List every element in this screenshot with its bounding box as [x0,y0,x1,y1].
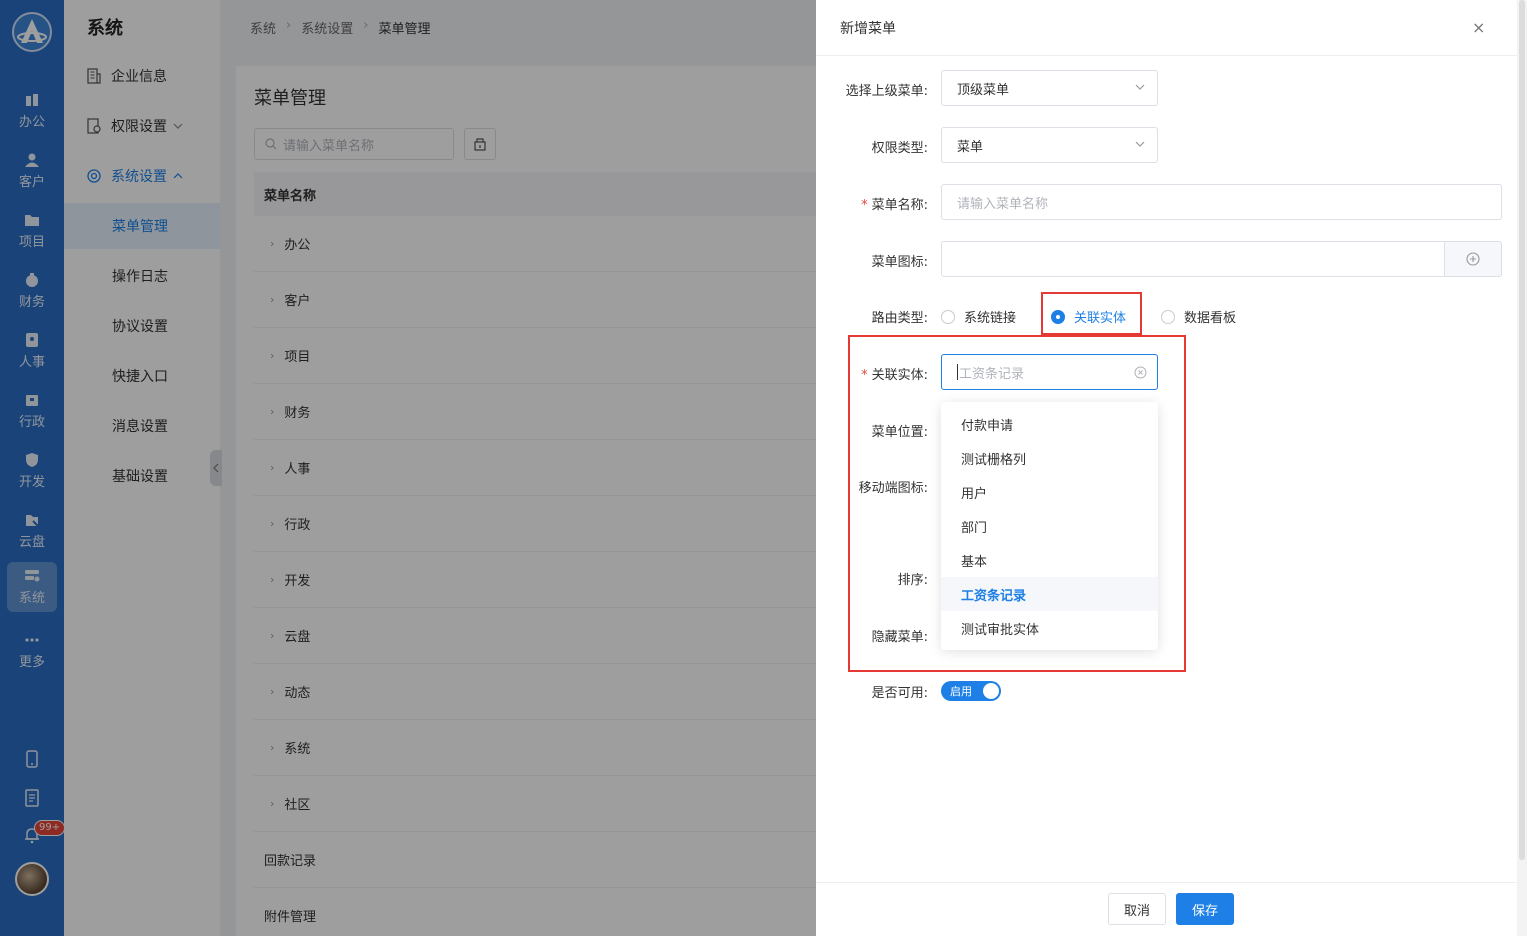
menu-name-label: * 菜单名称: [816,194,928,213]
parent-menu-label: 选择上级菜单: [845,84,928,99]
add-menu-drawer: 新增菜单 × 选择上级菜单: 顶级菜单 权限类型: 菜单 * 菜单名称: 请输入菜… [816,0,1527,936]
highlight-box-radio [1041,292,1142,335]
radio-label: 数据看板 [1184,311,1237,326]
save-button[interactable]: 保存 [1176,893,1234,925]
divider [816,55,1527,56]
radio-dot [941,309,955,324]
perm-type-select[interactable]: 菜单 [941,127,1158,163]
radio-dot [1161,309,1175,324]
plus-circle-icon [1466,252,1480,266]
drawer-title: 新增菜单 [840,21,896,37]
highlight-box-entity [848,335,1186,672]
page-scrollbar[interactable] [1517,0,1527,936]
cancel-button[interactable]: 取消 [1108,893,1166,925]
divider [816,882,1527,883]
parent-menu-select[interactable]: 顶级菜单 [941,70,1158,106]
perm-type-value: 菜单 [957,139,984,155]
scrollbar-thumb[interactable] [1519,0,1525,860]
switch-knob [983,683,999,699]
radio-system-link[interactable]: 系统链接 [941,307,1016,326]
menu-icon-input[interactable] [941,241,1445,277]
modal-overlay[interactable] [0,0,816,936]
enabled-switch[interactable]: 启用 [941,681,1001,701]
parent-menu-value: 顶级菜单 [957,82,1010,98]
close-icon[interactable]: × [1472,18,1485,37]
chevron-down-icon [1135,84,1145,90]
required-mark: * [861,198,868,213]
menu-name-input[interactable]: 请输入菜单名称 [941,184,1502,220]
switch-label: 启用 [950,685,972,698]
route-type-label: 路由类型: [871,311,928,326]
radio-label: 系统链接 [964,311,1017,326]
chevron-down-icon [1135,141,1145,147]
enabled-label: 是否可用: [871,686,928,701]
perm-type-label: 权限类型: [871,141,928,156]
menu-icon-label: 菜单图标: [871,255,928,270]
menu-name-label-text: 菜单名称: [871,198,928,213]
icon-picker-button[interactable] [1444,241,1502,277]
radio-data-board[interactable]: 数据看板 [1161,307,1236,326]
menu-name-placeholder: 请输入菜单名称 [957,196,1049,212]
